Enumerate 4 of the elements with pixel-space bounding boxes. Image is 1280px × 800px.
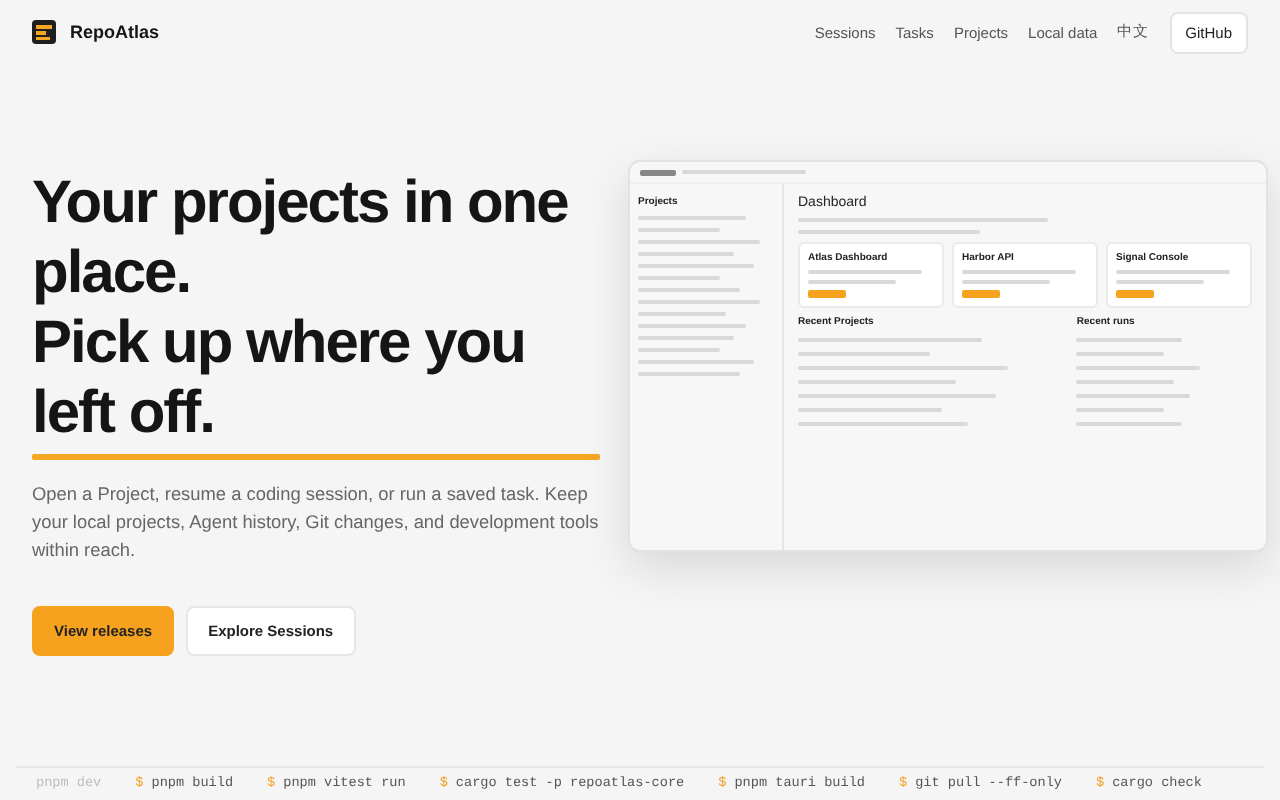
hero-title: Your projects in one place. Pick up where you left off. [32,168,570,448]
brand-name[interactable]: RepoAtlas [70,22,160,42]
logo-icon [32,20,56,44]
hero-description: Open a Project, resume a coding session, or run a saved task. Keep your local projects, Agent history, Git changes, and development tools within reach. [32,482,600,564]
